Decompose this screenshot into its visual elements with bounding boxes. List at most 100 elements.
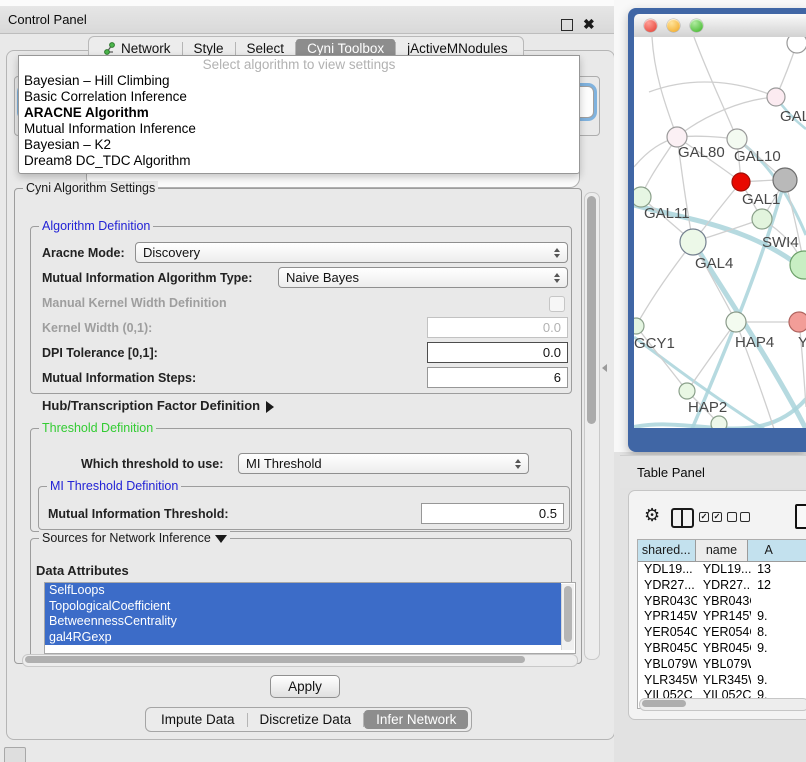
panel-corner-grip[interactable] — [4, 747, 26, 762]
which-threshold-select[interactable]: MI Threshold — [238, 453, 529, 474]
hub-definition-expander[interactable]: Hub/Transcription Factor Definition — [42, 398, 274, 413]
control-panel: Control Panel ✖ NetworkStyleSelectCyni T… — [0, 0, 620, 762]
manual-kernel-width-checkbox[interactable] — [549, 296, 565, 312]
network-node[interactable] — [634, 187, 651, 207]
table-row[interactable]: YBR045CYBR045C9. — [638, 641, 806, 657]
spinner-icon — [554, 273, 560, 283]
column-header[interactable]: shared... — [638, 540, 696, 561]
mi-algorithm-type-select[interactable]: Naive Bayes — [278, 267, 568, 288]
spinner-icon — [554, 248, 560, 258]
table-cell: YBR045C — [638, 641, 697, 657]
node-attribute-table[interactable]: shared...nameA YDL19...YDL19...13YDR27..… — [637, 539, 806, 709]
algorithm-option[interactable]: Bayesian – Hill Climbing — [19, 73, 579, 89]
table-row[interactable]: YDR27...YDR27...12 — [638, 578, 806, 594]
table-row[interactable]: YBL079WYBL079W — [638, 657, 806, 673]
table-panel-title: Table Panel — [637, 465, 705, 480]
aracne-mode-value: Discovery — [143, 245, 200, 260]
cyni-settings-legend: Cyni Algorithm Settings — [23, 181, 158, 195]
bottom-tab-discretize-data[interactable]: Discretize Data — [248, 710, 364, 729]
dpi-tolerance-input[interactable]: 0.0 — [427, 342, 568, 363]
algorithm-dropdown-popup: Select algorithm to view settings Bayesi… — [18, 55, 580, 174]
data-attributes-list[interactable]: SelfLoopsTopologicalCoefficientBetweenne… — [44, 582, 576, 654]
checked-boxes-icon[interactable]: ✓✓ — [699, 512, 722, 522]
scrollbar-thumb[interactable] — [587, 196, 596, 424]
network-graph: GALGAL80GAL10GAL1GAL11SWI4GAL4GCY1HAP4YH… — [634, 37, 806, 428]
bottom-tab-infer-network[interactable]: Infer Network — [364, 710, 468, 729]
network-node[interactable] — [680, 229, 706, 255]
network-edge — [677, 97, 776, 137]
network-node[interactable] — [726, 312, 746, 332]
minimize-traffic-light-icon[interactable] — [667, 19, 680, 32]
bottom-tab-bar: Impute DataDiscretize DataInfer Network — [145, 707, 472, 732]
zoom-traffic-light-icon[interactable] — [690, 19, 703, 32]
table-row[interactable]: YPR145WYPR145W9. — [638, 609, 806, 625]
table-cell: YPR145W — [638, 609, 697, 625]
gear-icon[interactable]: ⚙ — [644, 506, 660, 524]
table-cell: YLR345W — [638, 673, 697, 689]
table-row[interactable]: YER054CYER054C8. — [638, 625, 806, 641]
apply-button[interactable]: Apply — [270, 675, 340, 698]
scrollbar-thumb[interactable] — [564, 586, 572, 642]
network-window-titlebar[interactable] — [634, 14, 806, 38]
table-cell: YBR043C — [638, 594, 697, 610]
node-label: HAP4 — [735, 334, 774, 351]
scrollbar-thumb[interactable] — [25, 656, 525, 663]
table-cell: YBR045C — [697, 641, 751, 657]
sources-legend[interactable]: Sources for Network Inference — [39, 531, 230, 545]
kernel-width-input[interactable]: 0.0 — [427, 317, 568, 338]
algorithm-option[interactable]: Bayesian – K2 — [19, 137, 579, 153]
table-header-row: shared...nameA — [638, 540, 806, 562]
network-node[interactable] — [752, 209, 772, 229]
network-node[interactable] — [787, 37, 806, 53]
float-window-icon[interactable] — [561, 19, 573, 31]
checkbox-checked-icon: ✓ — [712, 512, 722, 522]
column-header[interactable]: A — [748, 540, 806, 561]
table-row[interactable]: YBR043CYBR043C — [638, 594, 806, 610]
close-icon[interactable]: ✖ — [583, 16, 595, 32]
algorithm-option[interactable]: Basic Correlation Inference — [19, 89, 579, 105]
node-label: GAL — [780, 108, 806, 125]
attribute-item[interactable]: BetweennessCentrality — [45, 614, 561, 630]
attribute-item[interactable]: SelfLoops — [45, 583, 561, 599]
algorithm-option[interactable]: Mutual Information Inference — [19, 121, 579, 137]
attribute-item[interactable]: TopologicalCoefficient — [45, 599, 561, 615]
unchecked-boxes-icon[interactable] — [727, 512, 750, 522]
network-node[interactable] — [773, 168, 797, 192]
algorithm-option[interactable]: Dream8 DC_TDC Algorithm — [19, 153, 579, 169]
network-canvas[interactable]: GALGAL80GAL10GAL1GAL11SWI4GAL4GCY1HAP4YH… — [634, 37, 806, 428]
splitter-collapse-icon[interactable] — [602, 364, 607, 372]
scrollbar-thumb[interactable] — [642, 700, 686, 707]
checkbox-unchecked-icon — [740, 512, 750, 522]
mi-threshold-input[interactable]: 0.5 — [421, 503, 564, 524]
attribute-list-scrollbar[interactable] — [561, 584, 574, 650]
network-node[interactable] — [732, 173, 750, 191]
algorithm-option[interactable]: ARACNE Algorithm — [19, 105, 579, 121]
network-node[interactable] — [727, 129, 747, 149]
network-view-window[interactable]: GALGAL80GAL10GAL1GAL11SWI4GAL4GCY1HAP4YH… — [628, 8, 806, 452]
table-cell — [751, 657, 806, 673]
table-row[interactable]: YDL19...YDL19...13 — [638, 562, 806, 578]
columns-icon-divider — [681, 510, 683, 526]
network-node[interactable] — [767, 88, 785, 106]
network-node[interactable] — [634, 318, 644, 334]
bottom-tab-impute-data[interactable]: Impute Data — [149, 710, 247, 729]
spinner-icon — [515, 459, 521, 469]
table-row[interactable]: YLR345WYLR345W9. — [638, 673, 806, 689]
document-icon[interactable] — [795, 504, 806, 529]
aracne-mode-select[interactable]: Discovery — [135, 242, 568, 263]
mi-algorithm-type-label: Mutual Information Algorithm Type: — [42, 271, 252, 285]
network-node[interactable] — [679, 383, 695, 399]
table-horizontal-scrollbar[interactable] — [639, 698, 806, 711]
network-node[interactable] — [711, 416, 727, 428]
column-header[interactable]: name — [696, 540, 749, 561]
tab-label: Select — [247, 41, 285, 56]
columns-icon[interactable] — [671, 508, 694, 528]
panel-vertical-scrollbar[interactable] — [584, 192, 600, 660]
close-traffic-light-icon[interactable] — [644, 19, 657, 32]
attribute-item[interactable]: gal4RGexp — [45, 630, 561, 646]
network-node[interactable] — [789, 312, 806, 332]
panel-horizontal-scrollbar[interactable] — [22, 654, 578, 667]
network-node[interactable] — [790, 251, 806, 279]
mi-steps-input[interactable]: 6 — [427, 367, 568, 388]
manual-kernel-width-label: Manual Kernel Width Definition — [42, 296, 227, 310]
